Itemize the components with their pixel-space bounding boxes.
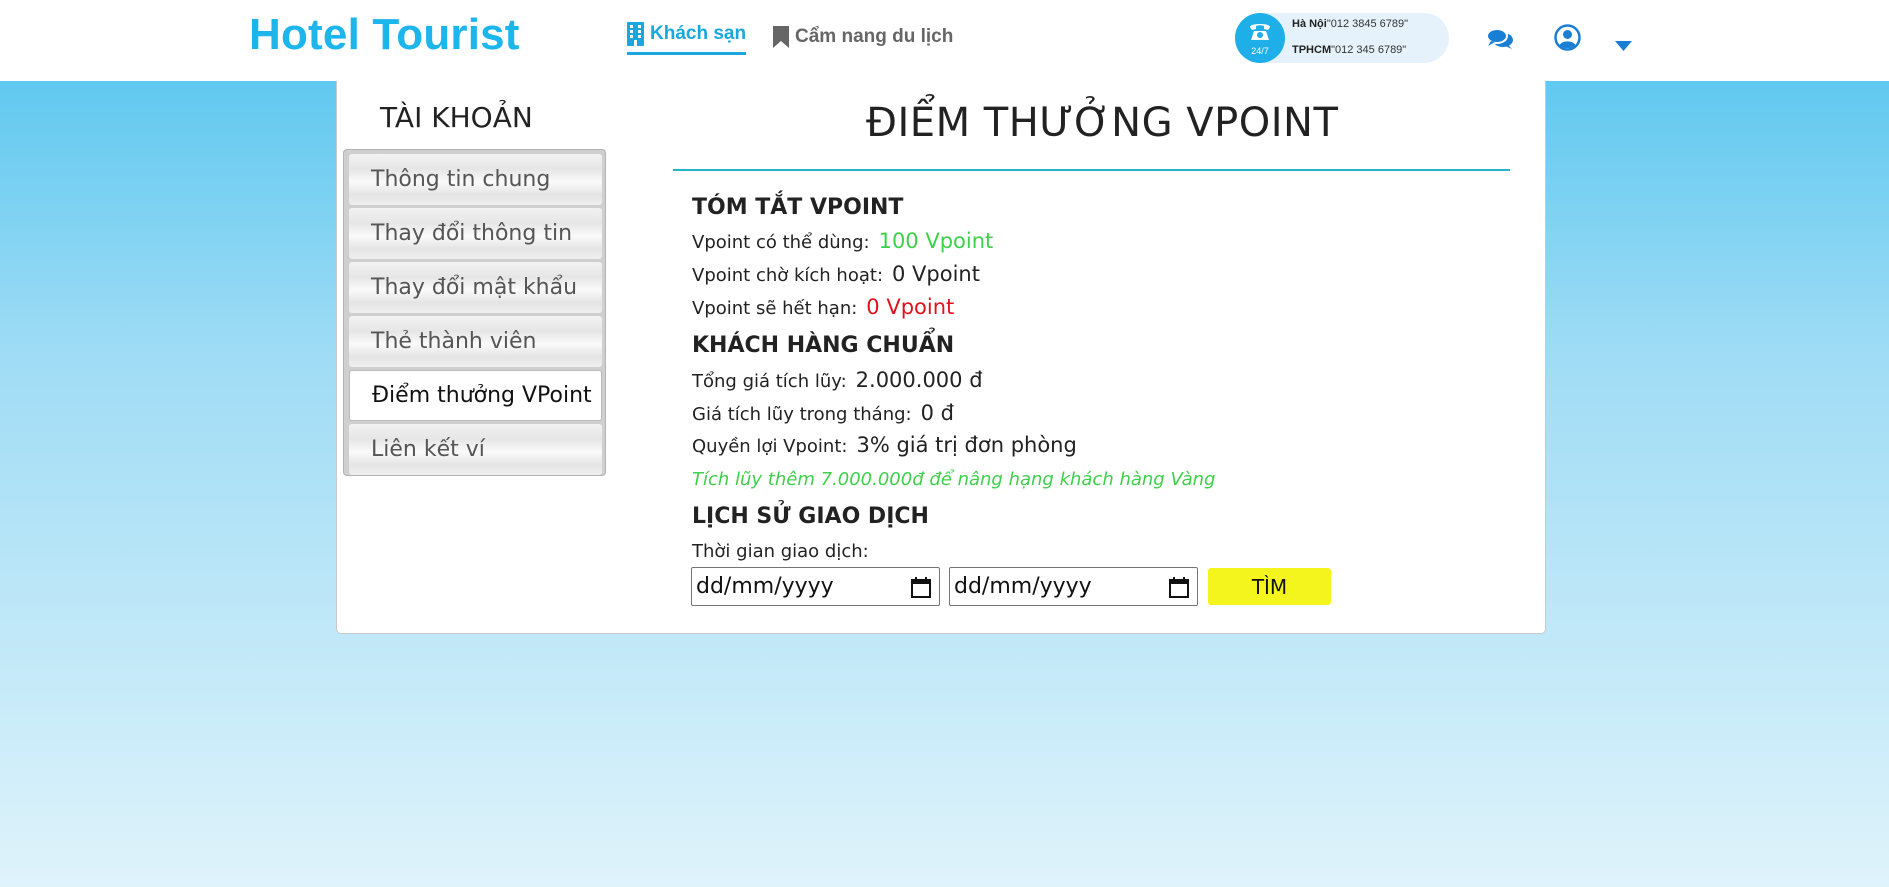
building-icon [627, 22, 644, 46]
time-label: Thời gian giao dịch: [692, 541, 869, 562]
time-label-text: Thời gian giao dịch: [692, 541, 869, 562]
pending-row: Vpoint chờ kích hoạt: 0 Vpoint [692, 262, 980, 286]
pending-label: Vpoint chờ kích hoạt: [692, 265, 884, 286]
sidebar-item-wallet-link[interactable]: Liên kết ví [349, 424, 602, 475]
benefit-value: 3% giá trị đơn phòng [856, 433, 1077, 457]
sidebar-item-edit-info[interactable]: Thay đổi thông tin [349, 208, 602, 259]
top-header: Hotel Tourist Khách sạn Cẩm nang du lịch [0, 0, 1889, 81]
summary-heading: TÓM TẮT VPOINT [692, 195, 904, 220]
hotline-box[interactable]: 24/7 Hà Nội"012 3845 6789" TPHCM"012 345… [1235, 13, 1449, 63]
sidebar-title: TÀI KHOẢN [380, 101, 533, 134]
total-value: 2.000.000 đ [855, 368, 983, 392]
expiring-label: Vpoint sẽ hết hạn: [692, 298, 858, 319]
benefit-row: Quyền lợi Vpoint: 3% giá trị đơn phòng [692, 433, 1077, 457]
hotline-phone: "012 3845 6789" [1326, 18, 1409, 30]
total-label: Tổng giá tích lũy: [692, 371, 847, 392]
available-label: Vpoint có thể dùng: [692, 232, 870, 253]
sidebar-item-vpoint[interactable]: Điểm thưởng VPoint [349, 370, 602, 421]
benefit-label: Quyền lợi Vpoint: [692, 436, 848, 457]
month-label: Giá tích lũy trong tháng: [692, 404, 912, 425]
hotline-phone: "012 345 6789" [1331, 44, 1407, 56]
available-row: Vpoint có thể dùng: 100 Vpoint [692, 229, 993, 253]
sidebar-item-general-info[interactable]: Thông tin chung [349, 154, 602, 205]
nav-hotels-label: Khách sạn [650, 23, 747, 44]
calendar-icon[interactable] [911, 577, 931, 604]
comments-icon[interactable] [1486, 28, 1514, 54]
phone-icon: 24/7 [1235, 13, 1285, 63]
available-value: 100 Vpoint [878, 229, 994, 253]
customer-heading: KHÁCH HÀNG CHUẨN [692, 333, 955, 358]
hotline-city: Hà Nội [1292, 18, 1327, 30]
hotline-badge: 24/7 [1251, 46, 1269, 56]
expiring-row: Vpoint sẽ hết hạn: 0 Vpoint [692, 295, 954, 319]
to-date-placeholder: dd/mm/yyyy [954, 574, 1092, 599]
user-circle-icon[interactable] [1554, 24, 1581, 55]
expiring-value: 0 Vpoint [866, 295, 955, 319]
calendar-icon[interactable] [1169, 577, 1189, 604]
bookmark-icon [773, 26, 789, 48]
account-menu: Thông tin chung Thay đổi thông tin Thay … [343, 149, 606, 476]
site-logo[interactable]: Hotel Tourist [249, 10, 520, 60]
sidebar-item-change-password[interactable]: Thay đổi mật khẩu [349, 262, 602, 313]
title-divider [673, 169, 1510, 171]
upgrade-note: Tích lũy thêm 7.000.000đ để nâng hạng kh… [692, 469, 1216, 490]
from-date-placeholder: dd/mm/yyyy [696, 574, 834, 599]
nav-travel-guide[interactable]: Cẩm nang du lịch [773, 18, 953, 56]
hotline-city: TPHCM [1292, 44, 1332, 56]
nav-hotels[interactable]: Khách sạn [627, 18, 747, 55]
sidebar-item-member-card[interactable]: Thẻ thành viên [349, 316, 602, 367]
total-row: Tổng giá tích lũy: 2.000.000 đ [692, 368, 983, 392]
caret-down-icon[interactable] [1615, 36, 1632, 55]
search-button[interactable]: TÌM [1208, 568, 1331, 605]
history-heading: LỊCH SỬ GIAO DỊCH [692, 504, 929, 529]
to-date-input[interactable]: dd/mm/yyyy [949, 567, 1198, 606]
month-row: Giá tích lũy trong tháng: 0 đ [692, 401, 954, 425]
nav-travel-guide-label: Cẩm nang du lịch [795, 26, 954, 47]
page-title: ĐIỂM THƯỞNG VPOINT [866, 100, 1339, 146]
hotline-hcm: TPHCM"012 345 6789" [1292, 44, 1406, 56]
pending-value: 0 Vpoint [892, 262, 980, 286]
month-value: 0 đ [920, 401, 954, 425]
from-date-input[interactable]: dd/mm/yyyy [691, 567, 940, 606]
hotline-hanoi: Hà Nội"012 3845 6789" [1292, 18, 1408, 30]
